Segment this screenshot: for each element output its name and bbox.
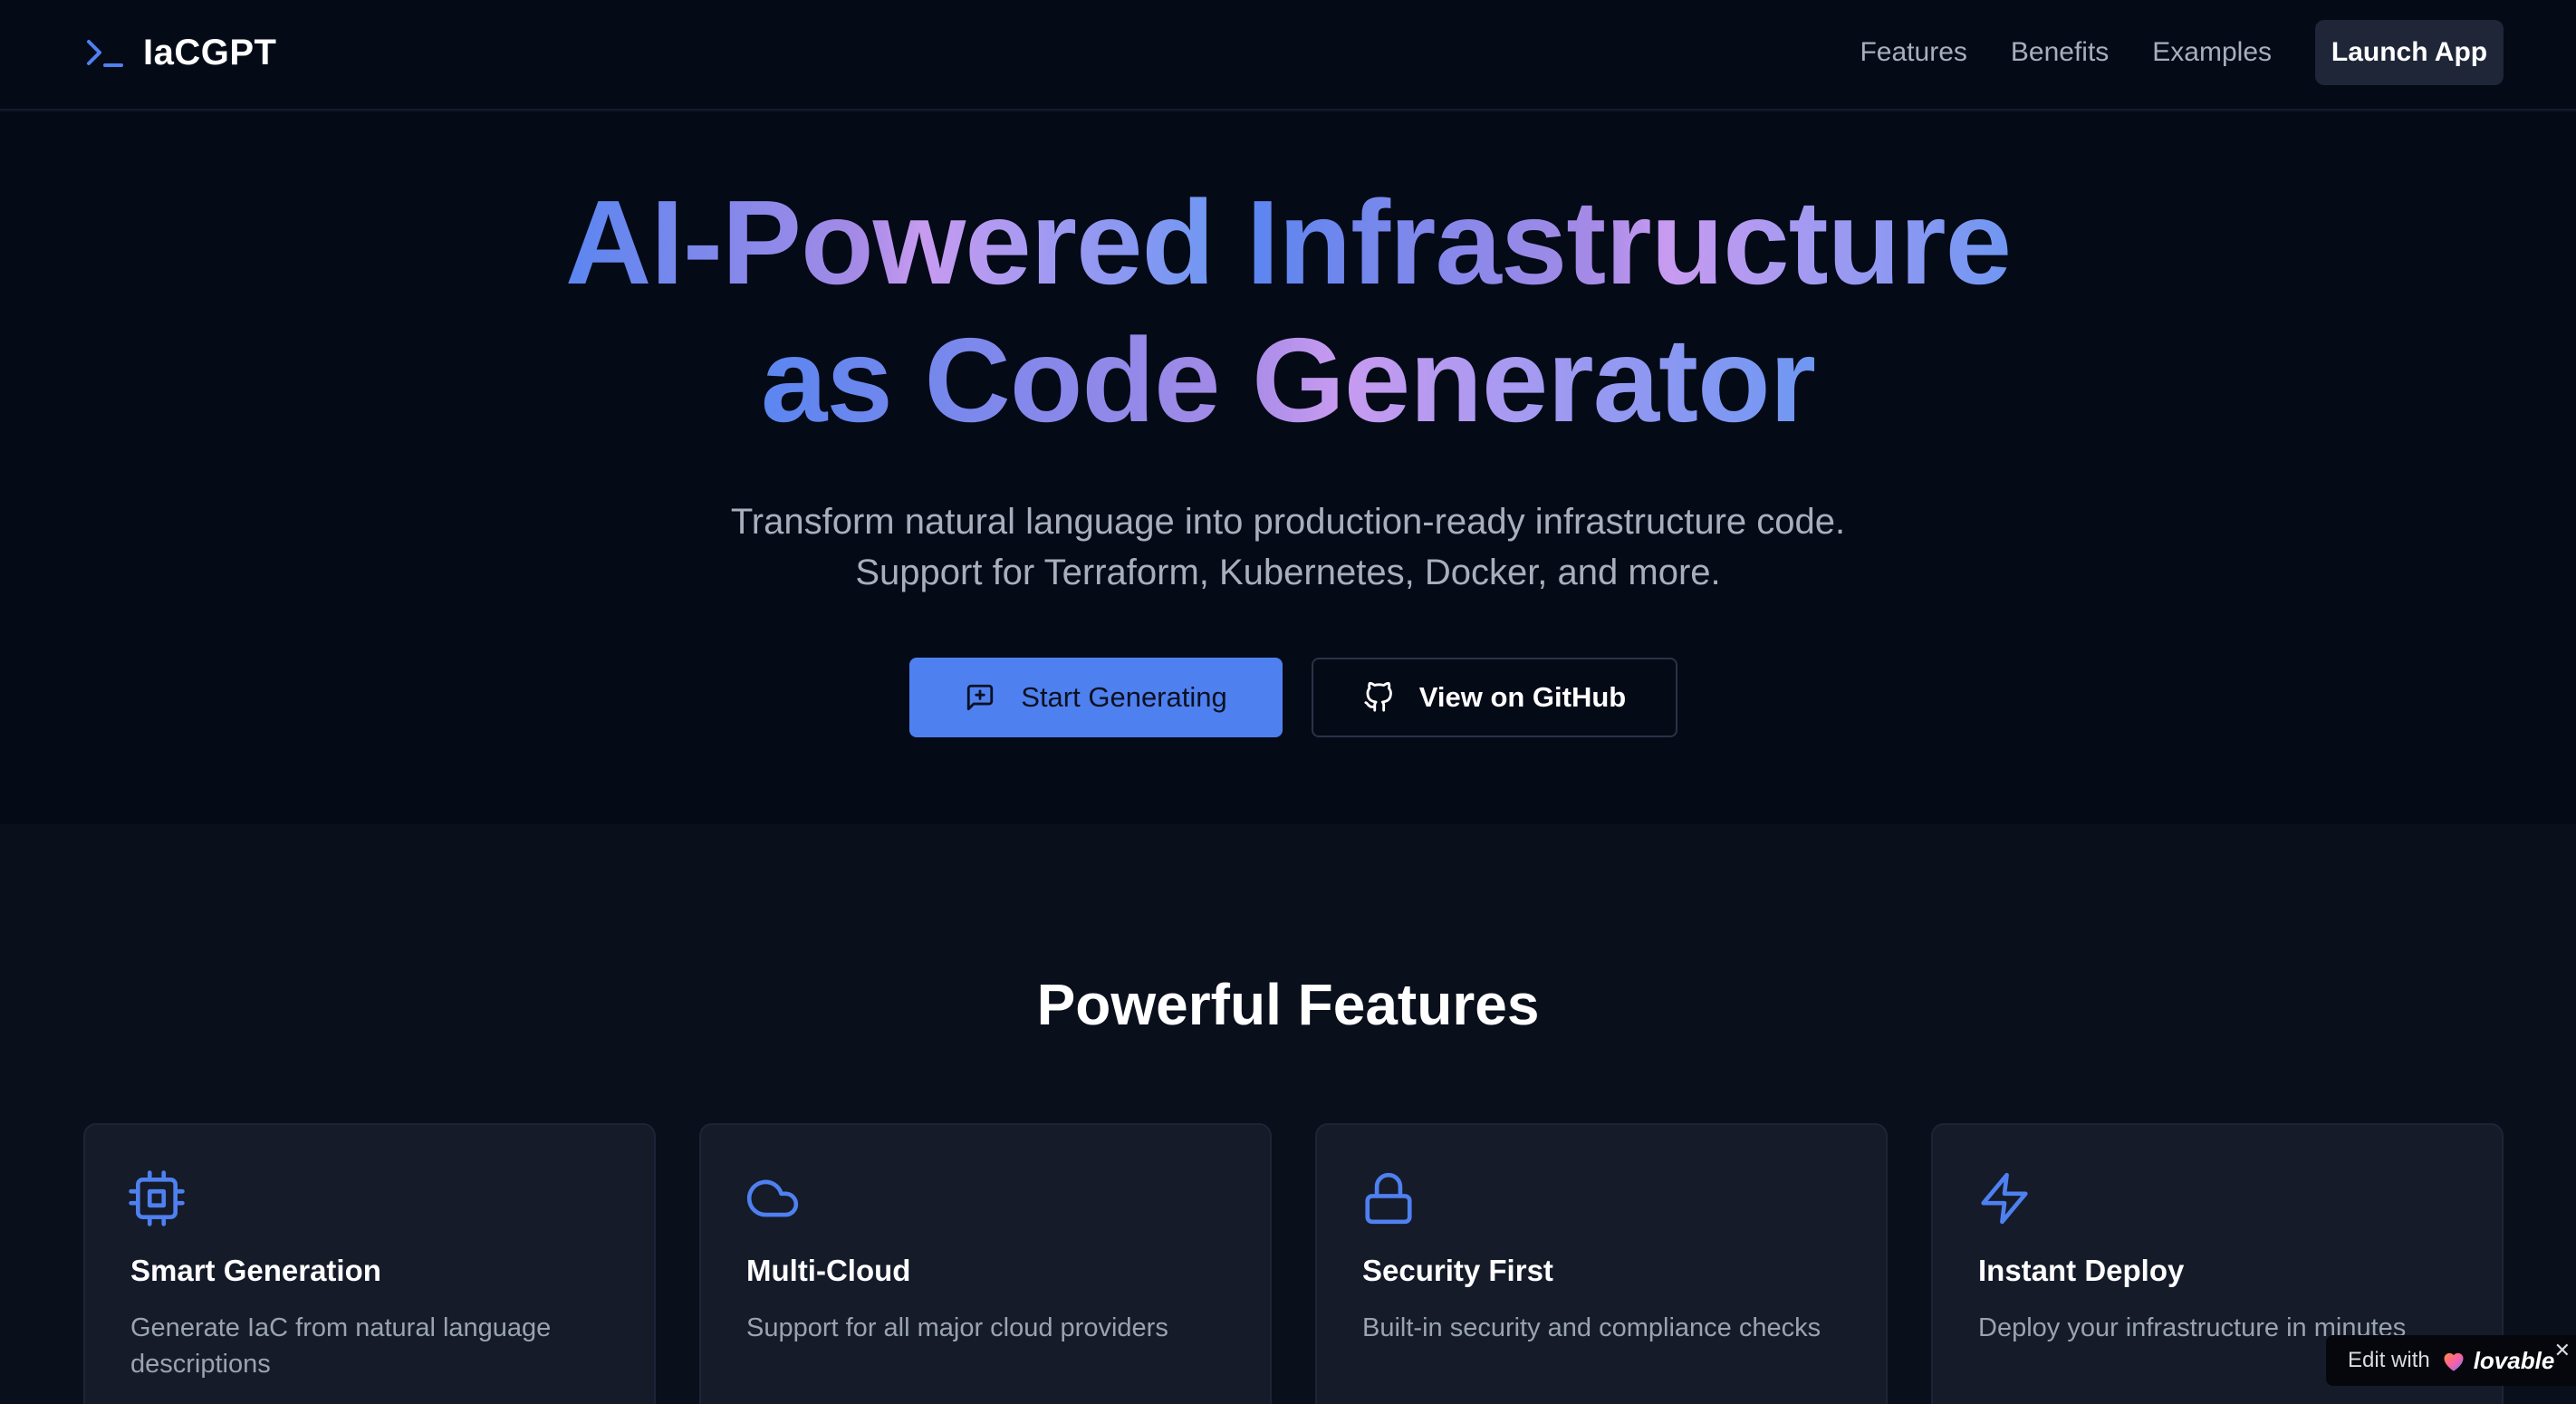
nav-link-benefits[interactable]: Benefits [2011, 37, 2109, 68]
hero-title-part-2: Infrastructure [1245, 176, 2012, 309]
feature-card-smart-generation: Smart Generation Generate IaC from natur… [83, 1123, 656, 1404]
page: IaCGPT Features Benefits Examples Launch… [0, 0, 2576, 1404]
start-generating-label: Start Generating [1021, 681, 1227, 713]
cpu-icon [129, 1170, 185, 1226]
launch-app-button[interactable]: Launch App [2315, 20, 2504, 85]
hero-subtitle-line-1: Transform natural language into producti… [730, 502, 1846, 542]
feature-card-description: Support for all major cloud providers [746, 1313, 1168, 1342]
feature-card-title: Security First [1362, 1254, 1553, 1287]
heart-icon [2444, 1352, 2464, 1371]
brand[interactable]: IaCGPT [83, 27, 276, 78]
feature-card-description: Generate IaC from natural language descr… [130, 1313, 552, 1379]
badge-brand: lovable [2473, 1346, 2555, 1374]
feature-card-title: Instant Deploy [1978, 1254, 2185, 1287]
feature-card-multi-cloud: Multi-Cloud Support for all major cloud … [699, 1123, 1272, 1404]
view-on-github-label: View on GitHub [1418, 681, 1627, 713]
github-icon [1364, 682, 1392, 712]
hero-section: AI-Powered Infrastructure as Code Genera… [0, 112, 2576, 824]
nav-link-features[interactable]: Features [1860, 37, 1966, 68]
features-section: Powerful Features Smart Generation Gener… [0, 824, 2576, 1404]
hero-subtitle-line-2: Support for Terraform, Kubernetes, Docke… [855, 553, 1721, 592]
hero-subtitle: Transform natural language into producti… [0, 496, 2576, 598]
feature-card-description: Built-in security and compliance checks [1362, 1313, 1821, 1342]
cloud-icon [746, 1179, 799, 1217]
view-on-github-button[interactable]: View on GitHub [1312, 658, 1677, 737]
feature-card-security-first: Security First Built-in security and com… [1315, 1123, 1888, 1404]
badge-close-icon[interactable]: ✕ [2554, 1339, 2571, 1362]
brand-name: IaCGPT [143, 32, 277, 72]
hero-title-part-1: AI-Powered [564, 176, 1215, 309]
feature-card-title: Smart Generation [130, 1254, 381, 1287]
start-generating-button[interactable]: Start Generating [909, 658, 1283, 737]
lightning-icon [1981, 1172, 2028, 1225]
features-title: Powerful Features [1036, 972, 1540, 1037]
lock-icon [1365, 1172, 1412, 1225]
hero-title: AI-Powered Infrastructure as Code Genera… [0, 174, 2576, 449]
nav-link-examples[interactable]: Examples [2152, 37, 2272, 68]
terminal-prompt-icon [87, 40, 123, 67]
badge-text: Edit with [2348, 1348, 2430, 1372]
nav-links: Features Benefits Examples Launch App [1860, 0, 2576, 105]
message-plus-icon [967, 684, 994, 711]
hero-title-line-2: as Code Generator [760, 313, 1816, 447]
hero-actions: Start Generating View on GitHub [909, 658, 1677, 737]
top-nav: IaCGPT Features Benefits Examples Launch… [0, 0, 2576, 111]
feature-card-title: Multi-Cloud [746, 1254, 911, 1287]
edit-with-lovable-badge[interactable]: Edit with lovable ✕ [2326, 1335, 2576, 1386]
